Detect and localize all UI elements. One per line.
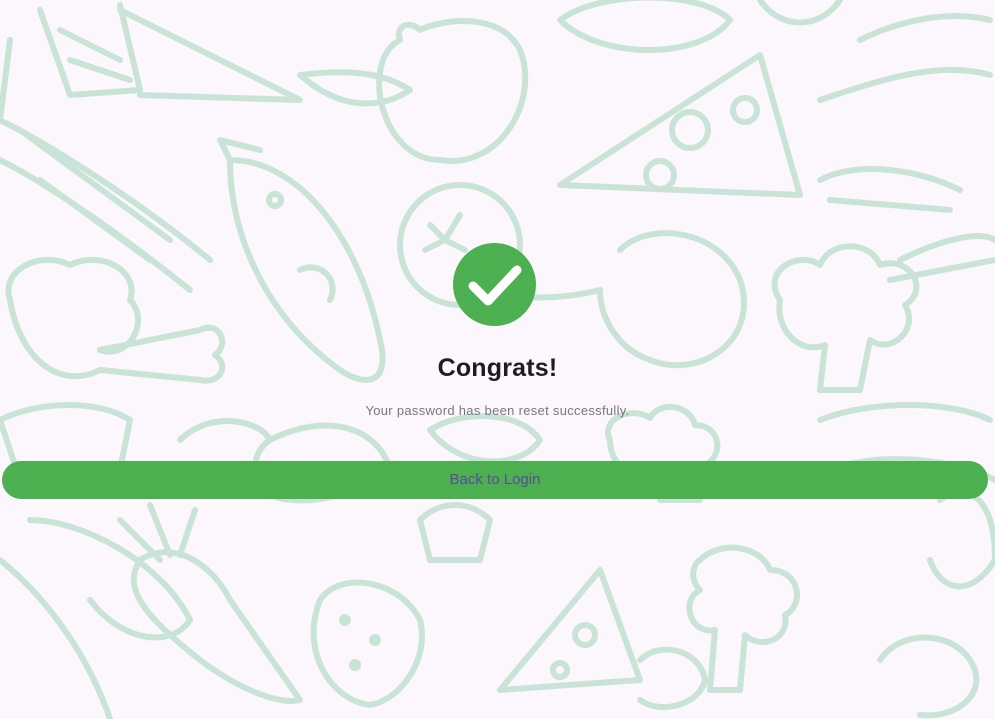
- success-message: Your password has been reset successfull…: [365, 403, 630, 418]
- check-circle-icon: [453, 243, 536, 326]
- success-title: Congrats!: [437, 354, 558, 382]
- back-to-login-button[interactable]: Back to Login: [2, 461, 988, 499]
